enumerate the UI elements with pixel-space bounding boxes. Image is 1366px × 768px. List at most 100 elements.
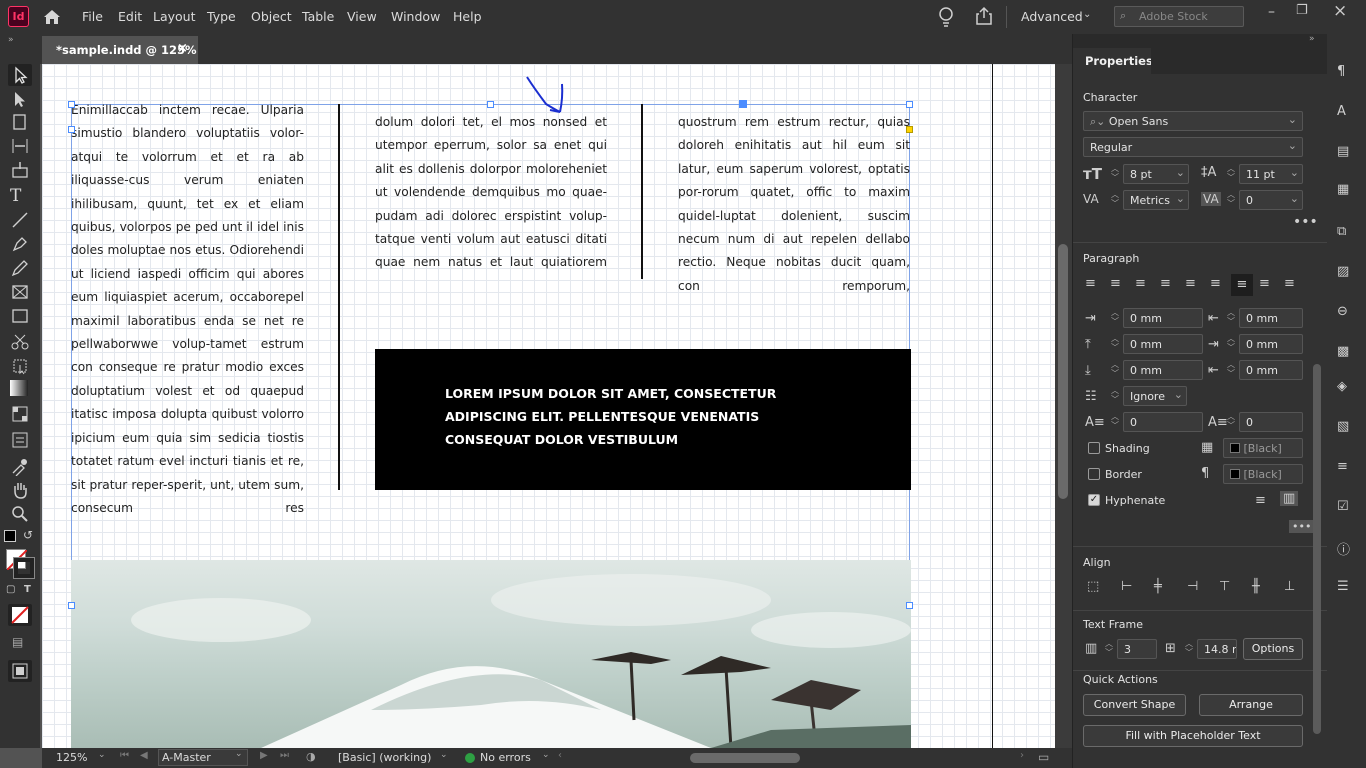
menu-type[interactable]: Type: [207, 9, 236, 24]
shading-settings-icon[interactable]: ▦: [1201, 440, 1213, 455]
more-options-icon[interactable]: •••: [1289, 520, 1315, 533]
grid-align-field[interactable]: Ignore ⌄: [1123, 386, 1187, 406]
menu-table[interactable]: Table: [302, 9, 334, 24]
align-horizontal-centers-icon[interactable]: ╪: [1154, 579, 1162, 594]
scroll-left-icon[interactable]: ‹: [558, 750, 562, 761]
last-page-icon[interactable]: ⏭: [280, 750, 289, 761]
shading-swatch[interactable]: [Black]: [1223, 438, 1303, 458]
formatting-text-icon[interactable]: T: [24, 584, 31, 595]
space-before-stepper[interactable]: ︿ ﹀: [1109, 334, 1121, 354]
canvas-area[interactable]: Enimillaccab inctem recae. Ulparia simus…: [42, 64, 1055, 748]
justify-all-icon[interactable]: ≡: [1231, 274, 1253, 296]
content-collector-tool-icon[interactable]: [10, 160, 30, 180]
swatches-icon[interactable]: ▩: [1337, 344, 1349, 359]
minimize-icon[interactable]: –: [1268, 4, 1275, 20]
shading-checkbox[interactable]: [1088, 442, 1100, 454]
close-window-icon[interactable]: ×: [1333, 1, 1347, 21]
panel-scroll-thumb[interactable]: [1313, 364, 1321, 734]
align-vertical-centers-icon[interactable]: ╫: [1252, 579, 1260, 594]
kerning-stepper[interactable]: ︿ ﹀: [1109, 190, 1121, 210]
align-bottom-edges-icon[interactable]: ⊥: [1284, 579, 1295, 594]
space-after-stepper[interactable]: ︿ ﹀: [1109, 360, 1121, 380]
font-size-field[interactable]: 8 pt ⌄: [1123, 164, 1189, 184]
first-line-field[interactable]: 0 mm: [1239, 334, 1303, 354]
view-mode-icon[interactable]: ▤: [12, 635, 23, 649]
page-selector[interactable]: A-Master ⌄: [158, 749, 248, 766]
align-center-icon[interactable]: ≡: [1110, 276, 1121, 291]
vertical-scrollbar[interactable]: [1055, 64, 1072, 748]
character-styles-icon[interactable]: A: [1337, 104, 1346, 119]
drop-cap-chars-field[interactable]: 0: [1239, 412, 1303, 432]
black-banner[interactable]: LOREM IPSUM DOLOR SIT AMET, CONSECTETUR …: [375, 349, 911, 490]
kerning-field[interactable]: Metrics ⌄: [1123, 190, 1189, 210]
adobe-stock-search[interactable]: ⌕ Adobe Stock: [1114, 6, 1244, 27]
hand-tool-icon[interactable]: [10, 480, 30, 500]
text-column-2[interactable]: dolum dolori tet, el mos nonsed et utemp…: [375, 111, 607, 275]
align-towards-spine-icon[interactable]: ≡: [1259, 276, 1270, 291]
gap-tool-icon[interactable]: [10, 136, 30, 156]
justify-right-icon[interactable]: ≡: [1210, 276, 1221, 291]
links-icon[interactable]: ⧉: [1337, 224, 1346, 239]
document-tab[interactable]: *sample.indd @ 125% ×: [42, 36, 198, 64]
formatting-container-icon[interactable]: ▢: [6, 584, 15, 595]
next-page-icon[interactable]: ▶: [260, 750, 268, 761]
hyperlinks-icon[interactable]: ⊖: [1337, 304, 1348, 319]
frame-handle-selected[interactable]: [739, 100, 747, 108]
style-status[interactable]: [Basic] (working): [338, 751, 431, 764]
share-icon[interactable]: [975, 6, 993, 26]
align-left-edges-icon[interactable]: ⊢: [1121, 579, 1132, 594]
swap-colors-icon[interactable]: ↺: [23, 528, 33, 542]
align-right-edges-icon[interactable]: ⊣: [1187, 579, 1198, 594]
frame-handle-tl[interactable]: [68, 101, 75, 108]
free-transform-tool-icon[interactable]: [10, 356, 30, 376]
chevron-down-icon[interactable]: ⌄: [542, 750, 550, 760]
zoom-level[interactable]: 125%: [56, 751, 87, 764]
note-tool-icon[interactable]: [10, 430, 30, 450]
landscape-photo[interactable]: [71, 560, 911, 748]
screen-mode-icon[interactable]: [8, 660, 32, 682]
left-indent-stepper[interactable]: ︿ ﹀: [1109, 308, 1121, 328]
align-panel-icon[interactable]: ☰: [1337, 579, 1349, 594]
leading-stepper[interactable]: ︿ ﹀: [1225, 164, 1237, 184]
drop-cap-lines-stepper[interactable]: ︿ ﹀: [1109, 412, 1121, 432]
selection-tool-icon[interactable]: [8, 64, 32, 86]
frame-handle-mr[interactable]: [906, 602, 913, 609]
rectangle-tool-icon[interactable]: [10, 306, 30, 326]
border-checkbox[interactable]: [1088, 468, 1100, 480]
align-away-spine-icon[interactable]: ≡: [1284, 276, 1295, 291]
menu-file[interactable]: File: [82, 9, 103, 24]
paragraph-styles-icon[interactable]: ¶: [1337, 64, 1345, 79]
gradient-tool-icon[interactable]: [10, 380, 28, 396]
justify-center-icon[interactable]: ≡: [1185, 276, 1196, 291]
prev-page-icon[interactable]: ◀: [140, 750, 148, 761]
restore-icon[interactable]: ❐: [1296, 3, 1308, 18]
split-layout-icon[interactable]: ▭: [1038, 750, 1049, 764]
default-colors-icon[interactable]: [4, 530, 16, 542]
horizontal-scroll-thumb[interactable]: [690, 753, 800, 763]
info-icon[interactable]: ⓘ: [1337, 539, 1350, 558]
menu-view[interactable]: View: [347, 9, 377, 24]
collapse-toolbar-icon[interactable]: »: [8, 35, 14, 45]
type-tool-icon[interactable]: T: [10, 186, 30, 206]
menu-object[interactable]: Object: [251, 9, 292, 24]
align-right-icon[interactable]: ≡: [1135, 276, 1146, 291]
grid-align-stepper[interactable]: ︿ ﹀: [1109, 386, 1121, 406]
justify-left-icon[interactable]: ≡: [1160, 276, 1171, 291]
text-frame-options-button[interactable]: Options: [1243, 638, 1303, 660]
hyphenate-checkbox[interactable]: ✓: [1088, 494, 1100, 506]
text-column-3[interactable]: quostrum rem estrum rectur, quias dolore…: [678, 111, 910, 298]
rectangle-frame-tool-icon[interactable]: [10, 282, 30, 302]
scissors-tool-icon[interactable]: [10, 332, 30, 352]
span-columns-icon[interactable]: ▥: [1280, 491, 1299, 506]
font-family-field[interactable]: ⌕⌄ Open Sans ⌄: [1083, 111, 1303, 131]
frame-handle-ml[interactable]: [68, 602, 75, 609]
stack-icon[interactable]: ◈: [1337, 379, 1347, 394]
right-indent-stepper[interactable]: ︿ ﹀: [1225, 308, 1237, 328]
tracking-field[interactable]: 0 ⌄: [1239, 190, 1303, 210]
frame-handle-tr[interactable]: [906, 101, 913, 108]
last-line-stepper[interactable]: ︿ ﹀: [1225, 360, 1237, 380]
align-left-icon[interactable]: ≡: [1085, 276, 1096, 291]
columns-stepper[interactable]: ︿ ﹀: [1103, 639, 1115, 659]
drop-cap-chars-stepper[interactable]: ︿ ﹀: [1225, 412, 1237, 432]
convert-shape-button[interactable]: Convert Shape: [1083, 694, 1186, 716]
